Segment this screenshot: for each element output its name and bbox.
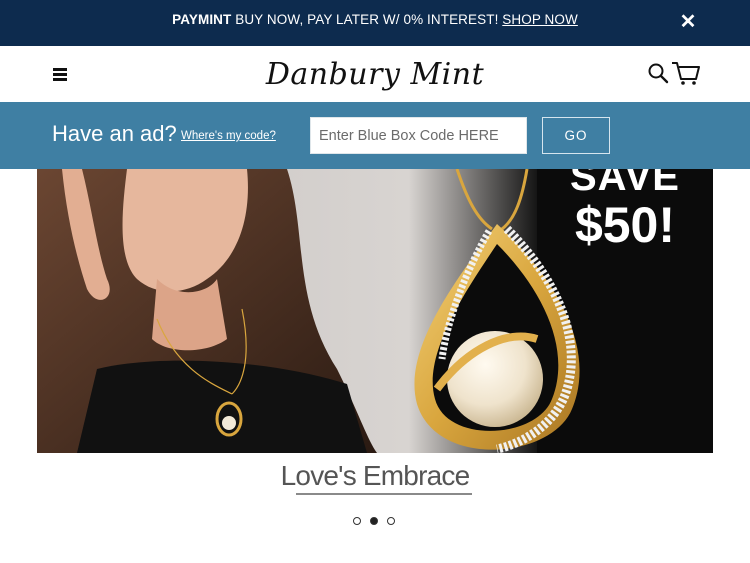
carousel-dot-1[interactable] [353, 517, 361, 525]
offer-line-1: SAVE [570, 169, 680, 199]
product-caption[interactable]: Love's Embrace [0, 460, 750, 492]
promo-message: BUY NOW, PAY LATER W/ 0% INTEREST! [231, 12, 503, 27]
search-icon[interactable] [647, 62, 669, 84]
go-button[interactable]: GO [542, 117, 610, 154]
offer-line-2: $50! [574, 197, 676, 253]
ad-title: Have an ad? [52, 121, 177, 146]
blue-box-code-input[interactable] [310, 117, 527, 154]
site-logo[interactable]: Danbury Mint [255, 50, 495, 100]
hero-banner[interactable]: SAVE $50! [37, 169, 713, 453]
shop-now-link[interactable]: SHOP NOW [502, 12, 578, 27]
carousel-dot-2[interactable] [370, 517, 378, 525]
caption-underline [296, 493, 472, 495]
site-header: Danbury Mint [0, 46, 750, 102]
svg-text:Danbury Mint: Danbury Mint [265, 57, 485, 92]
offer-text: SAVE $50! [570, 169, 680, 250]
promo-brand: PAYMINT [172, 12, 232, 27]
carousel-dot-3[interactable] [387, 517, 395, 525]
wheres-my-code-link[interactable]: Where's my code? [181, 130, 276, 142]
hamburger-menu-icon[interactable] [53, 68, 67, 81]
shopping-cart-icon[interactable] [671, 60, 701, 86]
promo-banner: PAYMINT BUY NOW, PAY LATER W/ 0% INTERES… [0, 0, 750, 46]
promo-text: PAYMINT BUY NOW, PAY LATER W/ 0% INTERES… [0, 12, 750, 27]
ad-code-bar: Have an ad? Where's my code? GO [0, 102, 750, 169]
carousel-dots [353, 517, 399, 527]
close-icon[interactable]: ✕ [678, 12, 698, 32]
